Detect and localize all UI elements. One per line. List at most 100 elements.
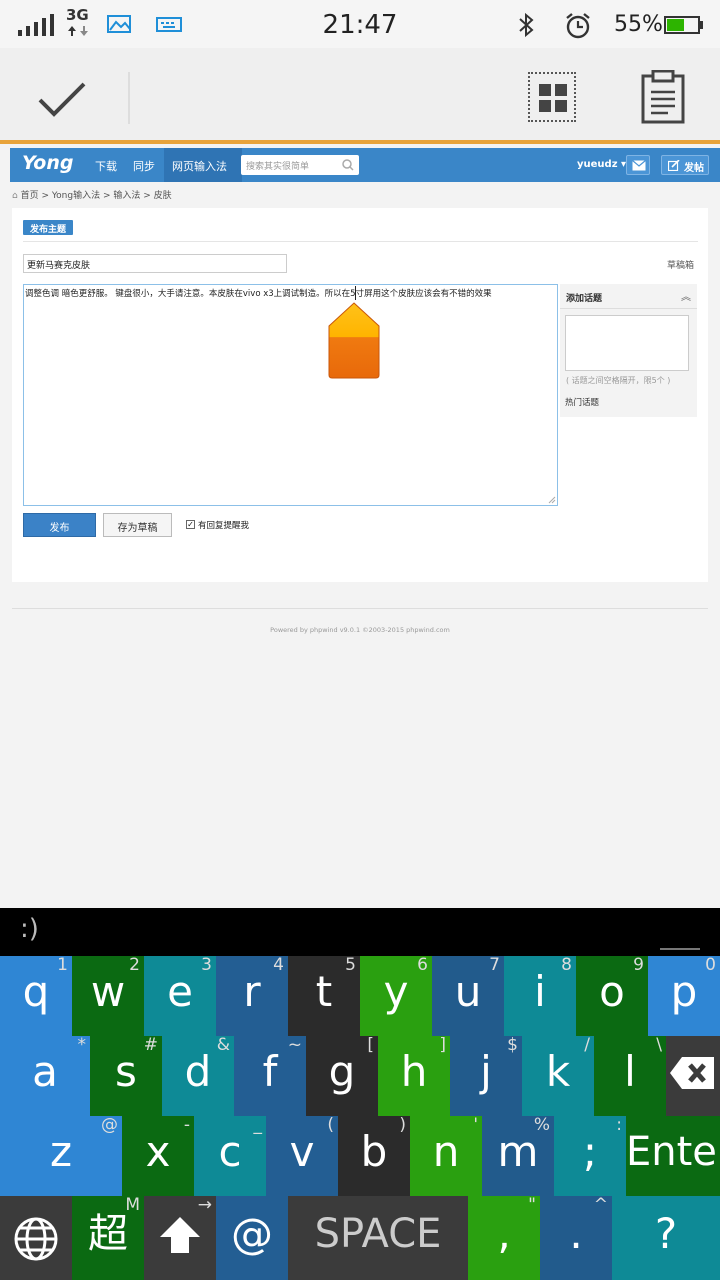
resize-grip-icon[interactable]	[548, 496, 556, 504]
search-placeholder: 搜索其实很简单	[246, 162, 310, 172]
key-label: a	[32, 1047, 58, 1096]
site-nav: Yong 下载 同步 网页输入法 搜索其实很简单 yueudz ▾ 发帖	[10, 148, 720, 182]
cursor-handle-icon[interactable]	[328, 302, 380, 380]
key-label: .	[569, 1209, 583, 1258]
key-y[interactable]: 6y	[360, 956, 432, 1036]
mail-button[interactable]	[626, 155, 650, 175]
web-page: Yong 下载 同步 网页输入法 搜索其实很简单 yueudz ▾ 发帖 ⌂ 首…	[0, 144, 720, 908]
key-label: w	[90, 967, 126, 1016]
key-period[interactable]: ^.	[540, 1196, 612, 1280]
key-k[interactable]: / k	[522, 1036, 594, 1116]
key-b[interactable]: ) b	[338, 1116, 410, 1196]
key-label: k	[545, 1047, 571, 1096]
keyboard: 1 q 2 w 3 e 4 r 5 t 6 y 7 u 8 i 9 o 0 p * a # s & d ~ f[g] h $ j / k \ l @ z…	[0, 956, 720, 1280]
emoticon-button[interactable]: :)	[20, 914, 39, 944]
drafts-link[interactable]: 草稿箱	[667, 258, 694, 271]
content-editor[interactable]: 调整色调 暗色更舒服。 键盘很小，大手请注意。本皮肤在vivo x3上调试制造。…	[23, 284, 558, 506]
search-input[interactable]: 搜索其实很简单	[241, 155, 359, 175]
key-Enter[interactable]: Enter	[626, 1116, 720, 1196]
key-z[interactable]: @ z	[0, 1116, 122, 1196]
key-q[interactable]: 1q	[0, 956, 72, 1036]
key-backspace[interactable]	[666, 1036, 720, 1116]
key-semicolon[interactable]: :;	[554, 1116, 626, 1196]
nav-link-web-ime[interactable]: 网页输入法	[172, 158, 227, 174]
key-comma[interactable]: ",	[468, 1196, 540, 1280]
nav-link-sync[interactable]: 同步	[133, 158, 155, 174]
key-shiftsymarrow[interactable]: →	[144, 1196, 216, 1280]
key-label: t	[315, 967, 333, 1016]
key-超[interactable]: M超	[72, 1196, 144, 1280]
title-input[interactable]: 更新马赛克皮肤	[23, 254, 287, 273]
home-icon[interactable]: ⌂	[12, 191, 18, 201]
key-h[interactable]: ] h	[378, 1036, 450, 1116]
alarm-icon	[566, 13, 590, 39]
clipboard-icon[interactable]	[640, 70, 686, 124]
key-u[interactable]: 7u	[432, 956, 504, 1036]
breadcrumb-text[interactable]: 首页 > Yong输入法 > 输入法 > 皮肤	[21, 191, 172, 201]
key-c[interactable]: _ c	[194, 1116, 266, 1196]
key-label: f	[262, 1047, 278, 1096]
key-d[interactable]: & d	[162, 1036, 234, 1116]
key-e[interactable]: 3e	[144, 956, 216, 1036]
key-SPACE[interactable]: SPACE	[288, 1196, 468, 1280]
key-label: Enter	[626, 1129, 720, 1175]
key-globe[interactable]	[0, 1196, 72, 1280]
key-l[interactable]: \ l	[594, 1036, 666, 1116]
key-at[interactable]: @	[216, 1196, 288, 1280]
key-o[interactable]: 9o	[576, 956, 648, 1036]
topic-panel-title: 添加话题	[566, 294, 603, 304]
key-m[interactable]: % m	[482, 1116, 554, 1196]
section-label: 发布主题	[23, 220, 73, 235]
edit-icon	[668, 160, 680, 171]
key-a[interactable]: * a	[0, 1036, 90, 1116]
topic-hint: ( 话题之间空格隔开，限5个 )	[566, 376, 671, 385]
key-p[interactable]: 0p	[648, 956, 720, 1036]
key-question[interactable]: ?	[612, 1196, 720, 1280]
topic-input[interactable]	[565, 315, 689, 371]
key-label: o	[599, 967, 625, 1016]
search-icon[interactable]	[342, 159, 354, 171]
post-button[interactable]: 发帖	[661, 155, 709, 175]
notify-checkbox[interactable]: ✓	[186, 520, 195, 529]
save-draft-button[interactable]: 存为草稿	[103, 513, 172, 537]
battery-icon	[664, 16, 700, 34]
checkmark-icon[interactable]	[36, 80, 88, 120]
key-label: j	[480, 1047, 492, 1096]
key-label: i	[534, 967, 546, 1016]
bluetooth-icon	[519, 12, 534, 38]
key-j[interactable]: $ j	[450, 1036, 522, 1116]
topic-divider	[560, 308, 697, 309]
select-all-icon[interactable]	[528, 72, 576, 122]
key-i[interactable]: 8i	[504, 956, 576, 1036]
key-label: SPACE	[314, 1211, 442, 1257]
post-label: 发帖	[684, 163, 704, 174]
breadcrumb: ⌂ 首页 > Yong输入法 > 输入法 > 皮肤	[12, 188, 172, 201]
key-label: s	[115, 1047, 137, 1096]
key-label: v	[289, 1127, 315, 1176]
key-r[interactable]: 4r	[216, 956, 288, 1036]
key-w[interactable]: 2w	[72, 956, 144, 1036]
hot-topics-label[interactable]: 热门话题	[565, 396, 599, 408]
mail-icon	[632, 160, 646, 171]
key-t[interactable]: 5t	[288, 956, 360, 1036]
key-label: h	[400, 1047, 428, 1096]
key-label: q	[22, 967, 50, 1016]
key-x[interactable]: -x	[122, 1116, 194, 1196]
key-f[interactable]: ~ f	[234, 1036, 306, 1116]
key-label: r	[243, 967, 261, 1016]
user-menu[interactable]: yueudz ▾	[577, 159, 626, 170]
nav-link-download[interactable]: 下载	[95, 158, 117, 174]
key-g[interactable]: [g	[306, 1036, 378, 1116]
key-label: 超	[88, 1211, 128, 1257]
key-v[interactable]: (v	[266, 1116, 338, 1196]
globe-icon	[0, 1215, 72, 1267]
collapse-chevron-icon[interactable]: ︽	[681, 288, 691, 303]
key-s[interactable]: # s	[90, 1036, 162, 1116]
key-n[interactable]: ' n	[410, 1116, 482, 1196]
key-label: ,	[497, 1209, 511, 1258]
publish-button[interactable]: 发布	[23, 513, 96, 537]
key-secondary-label: →	[197, 1196, 212, 1215]
collapse-handle[interactable]	[660, 948, 700, 950]
site-logo[interactable]: Yong	[22, 152, 74, 174]
notify-label: 有回复提醒我	[198, 521, 250, 531]
